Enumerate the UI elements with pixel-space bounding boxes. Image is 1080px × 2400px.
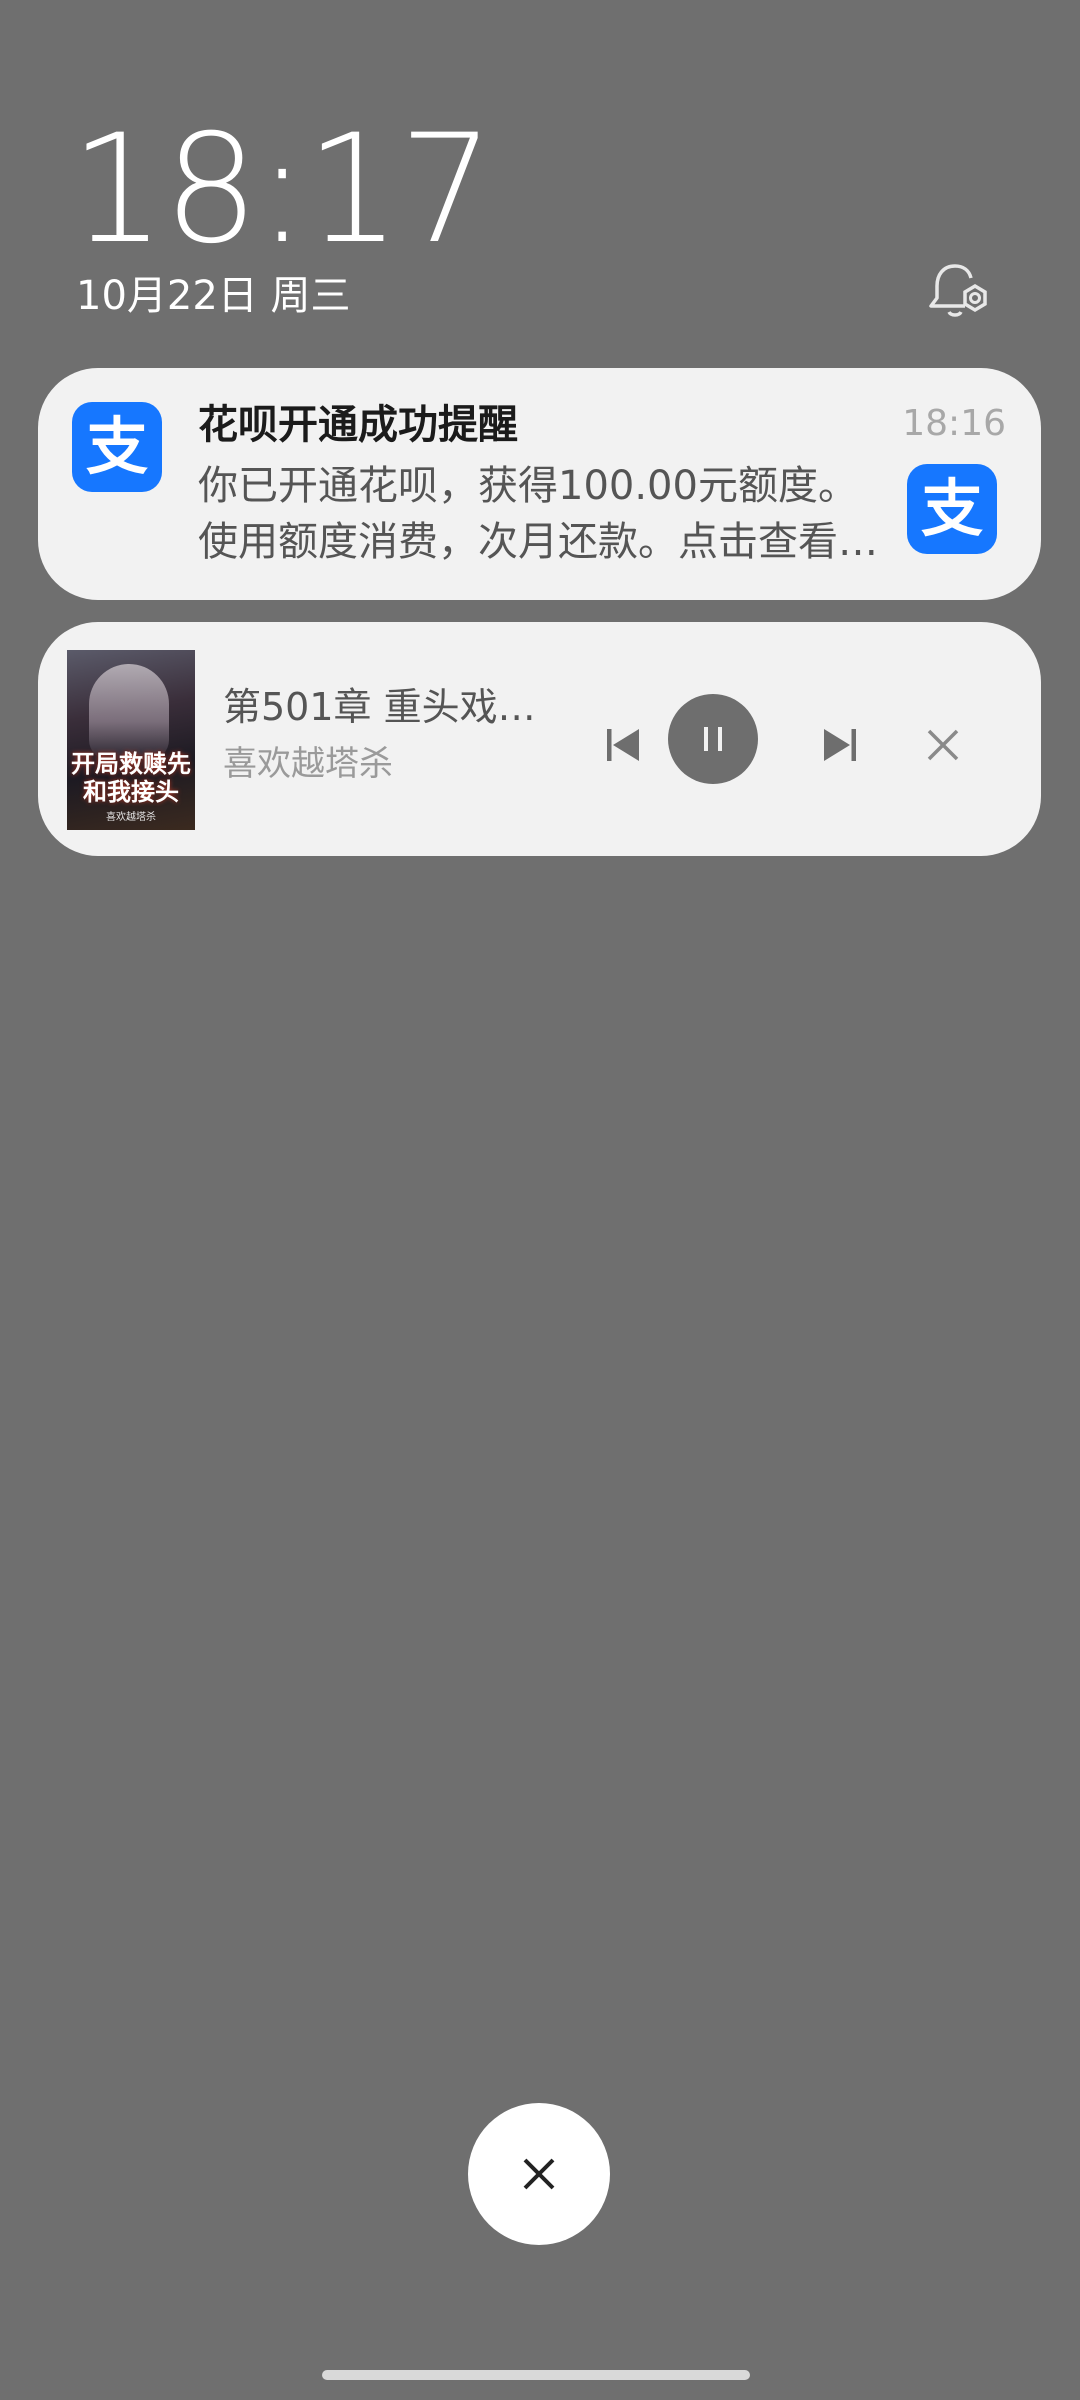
notification-body: 你已开通花呗，获得100.00元额度。使用额度消费，次月还款。点击查看详情 xyxy=(198,463,878,565)
close-media-button[interactable] xyxy=(898,700,988,790)
close-icon xyxy=(523,2158,555,2190)
home-indicator[interactable] xyxy=(322,2370,750,2380)
cover-author: 喜欢越塔杀 xyxy=(106,812,156,823)
album-cover[interactable]: 开局救赎先 和我接头 喜欢越塔杀 xyxy=(67,650,195,830)
alipay-notification[interactable]: 支 花呗开通成功提醒 18:16 你已开通花呗，获得100.00元额度。使用额度… xyxy=(38,368,1041,600)
track-title: 第501章 重头戏… xyxy=(223,685,536,729)
notification-settings-icon[interactable] xyxy=(925,258,995,328)
alipay-large-icon: 支 xyxy=(907,464,997,554)
alipay-large-icon-glyph: 支 xyxy=(920,472,983,545)
track-artist: 喜欢越塔杀 xyxy=(223,744,393,784)
alipay-icon: 支 xyxy=(72,402,162,492)
cover-figure xyxy=(89,664,169,760)
previous-icon xyxy=(607,729,639,761)
media-player-notification[interactable]: 开局救赎先 和我接头 喜欢越塔杀 第501章 重头戏… 喜欢越塔杀 xyxy=(38,622,1041,856)
alipay-icon-glyph: 支 xyxy=(85,410,148,483)
previous-button[interactable] xyxy=(578,700,668,790)
cover-title-line1: 开局救赎先 xyxy=(71,749,191,778)
notification-time: 18:16 xyxy=(902,403,1006,444)
next-icon xyxy=(824,729,856,761)
pause-icon xyxy=(704,727,722,751)
close-icon xyxy=(927,729,959,761)
lockscreen-date: 10月22日 周三 xyxy=(76,273,351,319)
clear-notifications-button[interactable] xyxy=(468,2103,610,2245)
notification-title: 花呗开通成功提醒 xyxy=(198,402,518,448)
cover-title-line2: 和我接头 xyxy=(83,777,179,806)
next-button[interactable] xyxy=(795,700,885,790)
pause-button[interactable] xyxy=(668,694,758,784)
lockscreen-clock: 18:17 xyxy=(70,103,494,277)
